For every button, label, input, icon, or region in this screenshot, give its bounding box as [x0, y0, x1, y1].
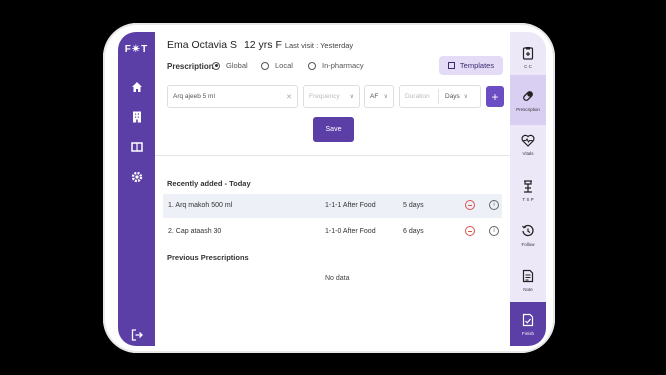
templates-button[interactable]: Templates — [439, 56, 503, 75]
clipboard-icon — [522, 46, 534, 60]
nav-label: Finish — [521, 330, 534, 336]
templates-label: Templates — [459, 61, 495, 70]
med-dose: 1-1-1 After Food — [325, 202, 376, 209]
save-button[interactable]: Save — [313, 117, 354, 142]
nav-label: Follow — [521, 241, 535, 247]
patient-age: 12 yrs F — [243, 39, 282, 51]
radio-dot — [261, 61, 269, 70]
app-logo: F✴T — [124, 44, 149, 55]
table-row[interactable]: 1. Arq makoh 500 ml 1-1-1 After Food 5 d… — [163, 194, 502, 218]
recent-title: Recently added - Today — [167, 179, 251, 188]
radio-label: In-pharmacy — [322, 61, 364, 70]
patient-name: Ema Octavia S — [167, 39, 238, 51]
radio-local[interactable]: Local — [261, 61, 293, 70]
add-medicine-button[interactable]: + — [486, 86, 504, 107]
chevron-down-icon: ∨ — [349, 94, 354, 100]
nav-vitals[interactable]: Vitals — [510, 120, 546, 170]
nav-label: Vitals — [522, 151, 534, 156]
med-duration: 5 days — [403, 202, 424, 209]
finish-icon — [522, 313, 534, 326]
radio-in-pharmacy[interactable]: In-pharmacy — [308, 61, 364, 70]
timing-select[interactable]: AF ∨ — [364, 85, 394, 108]
history-icon — [522, 224, 534, 236]
template-icon — [447, 62, 455, 69]
duration-unit: Days — [445, 93, 460, 100]
nav-label: Prescription — [516, 106, 540, 112]
right-sidebar: C C Prescription Vitals T S P Follow Not… — [510, 32, 546, 346]
info-icon[interactable]: i — [489, 226, 499, 236]
med-duration: 6 days — [403, 228, 424, 235]
nav-label: Note — [523, 286, 533, 292]
nav-tsp[interactable]: T S P — [510, 165, 546, 215]
radio-label: Local — [275, 61, 293, 70]
book-icon[interactable] — [130, 140, 144, 154]
chevron-down-icon: ∨ — [383, 94, 388, 100]
timing-value: AF — [370, 93, 379, 100]
med-name: 1. Arq makoh 500 ml — [168, 202, 233, 209]
stand-icon — [524, 179, 532, 193]
last-visit: Last visit : Yesterday — [284, 41, 354, 50]
logout-icon[interactable] — [130, 328, 144, 342]
nav-finish[interactable]: Finish — [510, 302, 546, 346]
clear-icon[interactable]: ✕ — [286, 93, 292, 101]
gear-icon[interactable] — [130, 170, 144, 184]
main-panel: Ema Octavia S 12 yrs F Last visit : Yest… — [155, 32, 510, 346]
medicine-value: Arq ajeeb 5 ml — [173, 93, 215, 100]
left-sidebar: F✴T — [118, 32, 155, 346]
app-screen: F✴T Ema Octavia S 12 yrs F Last visit : … — [118, 32, 546, 346]
nav-label: C C — [524, 63, 532, 69]
pill-icon — [523, 90, 533, 101]
nav-follow[interactable]: Follow — [510, 210, 546, 260]
empty-state: No data — [325, 275, 350, 282]
radio-dot — [308, 61, 316, 70]
chevron-down-icon: ∨ — [463, 94, 468, 100]
nav-prescription[interactable]: Prescription — [510, 75, 546, 125]
info-icon[interactable]: i — [489, 200, 499, 210]
divider — [155, 155, 510, 156]
nav-note[interactable]: Note — [510, 255, 546, 305]
radio-global[interactable]: Global — [212, 61, 248, 70]
heart-pulse-icon — [521, 134, 535, 147]
med-name: 2. Cap ataash 30 — [168, 228, 222, 235]
patient-header: Ema Octavia S 12 yrs F Last visit : Yest… — [167, 39, 353, 51]
divider — [438, 89, 439, 104]
frequency-select[interactable]: Frequency ∨ — [303, 85, 360, 108]
previous-title: Previous Prescriptions — [167, 253, 249, 262]
duration-field[interactable]: Duration Days ∨ — [399, 85, 481, 108]
duration-placeholder: Duration — [405, 93, 430, 100]
med-dose: 1-1-0 After Food — [325, 228, 376, 235]
remove-icon[interactable] — [465, 200, 475, 210]
building-icon[interactable] — [130, 110, 144, 124]
radio-label: Global — [226, 61, 248, 70]
frequency-placeholder: Frequency — [309, 93, 340, 100]
table-row[interactable]: 2. Cap ataash 30 1-1-0 After Food 6 days… — [163, 220, 502, 244]
nav-label: T S P — [522, 196, 534, 202]
radio-dot — [212, 61, 220, 70]
home-icon[interactable] — [130, 80, 144, 94]
prescription-label: Prescription — [167, 62, 214, 71]
note-icon — [522, 269, 534, 282]
medicine-input[interactable]: Arq ajeeb 5 ml ✕ — [167, 85, 298, 108]
remove-icon[interactable] — [465, 226, 475, 236]
